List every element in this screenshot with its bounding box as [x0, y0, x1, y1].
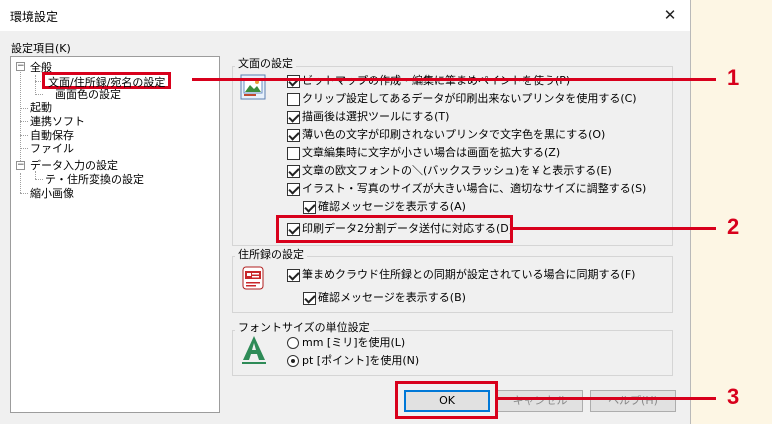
label-confirm-message-a[interactable]: 確認メッセージを表示する(A)	[318, 200, 466, 214]
checkbox-use-paint[interactable]	[287, 75, 300, 88]
radio-pt[interactable]	[287, 355, 299, 367]
callout-1: 1	[727, 65, 740, 90]
label-light-text-black[interactable]: 薄い色の文字が印刷されないプリンタで文字色を黒にする(O)	[302, 128, 605, 142]
address-group-title: 住所録の設定	[235, 246, 307, 262]
address-book-icon	[242, 266, 264, 290]
tree-item-linked-software[interactable]: 連携ソフト	[30, 115, 85, 128]
label-use-paint[interactable]: ビットマップの作成・編集に筆まめペイントを使う(P)	[302, 74, 570, 88]
font-a-icon	[242, 336, 266, 364]
label-backslash-yen[interactable]: 文章の欧文フォントの＼(バックスラッシュ)を￥と表示する(E)	[302, 164, 612, 178]
annotation-line-3	[498, 397, 716, 400]
expander-data-input[interactable]: −	[16, 161, 25, 170]
checkbox-confirm-message-a[interactable]	[303, 201, 316, 214]
tree-item-file[interactable]: ファイル	[30, 142, 74, 155]
checkbox-light-text-black[interactable]	[287, 129, 300, 142]
checkbox-resize-image[interactable]	[287, 183, 300, 196]
annotation-line-1	[192, 78, 716, 81]
tree-item-text-address-label[interactable]: 文面/住所録/宛名の設定	[42, 72, 172, 89]
close-icon[interactable]: ✕	[650, 0, 690, 31]
checkbox-select-tool[interactable]	[287, 111, 300, 124]
tree-item-thumbnail[interactable]: 縮小画像	[30, 187, 74, 200]
label-zoom-small-text[interactable]: 文章編集時に文字が小さい場合は画面を拡大する(Z)	[302, 146, 560, 160]
fontsize-group	[232, 330, 673, 376]
tree-item-address-conversion[interactable]: テ・住所変換の設定	[45, 173, 144, 186]
annotation-box-3	[395, 381, 498, 419]
cancel-button[interactable]: キャンセル	[497, 390, 583, 412]
bunmen-group-title: 文面の設定	[235, 55, 296, 71]
expander-general[interactable]: −	[16, 62, 25, 71]
callout-3: 3	[727, 384, 740, 409]
label-resize-image[interactable]: イラスト・写真のサイズが大きい場合に、適切なサイズに調整する(S)	[302, 182, 646, 196]
tree-item-autosave[interactable]: 自動保存	[30, 129, 74, 142]
label-clip-printer[interactable]: クリップ設定してあるデータが印刷出来ないプリンタを使用する(C)	[302, 92, 637, 106]
title-bar: 環境設定 ✕	[0, 0, 690, 31]
tree-label: 設定項目(K)	[11, 42, 71, 55]
checkbox-backslash-yen[interactable]	[287, 165, 300, 178]
checkbox-confirm-message-b[interactable]	[303, 292, 316, 305]
checkbox-cloud-sync[interactable]	[287, 269, 300, 282]
window-title: 環境設定	[10, 10, 59, 24]
tree-item-data-input[interactable]: データ入力の設定	[30, 159, 118, 172]
checkbox-clip-printer[interactable]	[287, 93, 300, 106]
settings-dialog: 環境設定 ✕ 設定項目(K) − 全般 画面色の設定 起動 連携ソフト 自動保存…	[0, 0, 691, 424]
help-button[interactable]: ヘルプ(H)	[590, 390, 676, 412]
callout-2: 2	[727, 214, 740, 239]
radio-mm[interactable]	[287, 337, 299, 349]
label-select-tool[interactable]: 描画後は選択ツールにする(T)	[302, 110, 449, 124]
label-confirm-message-b[interactable]: 確認メッセージを表示する(B)	[318, 291, 466, 305]
tree-item-startup[interactable]: 起動	[30, 101, 52, 114]
label-mm[interactable]: mm [ミリ]を使用(L)	[302, 336, 405, 350]
label-cloud-sync[interactable]: 筆まめクラウド住所録との同期が設定されている場合に同期する(F)	[302, 268, 635, 282]
annotation-box-2	[276, 215, 513, 243]
label-pt[interactable]: pt [ポイント]を使用(N)	[302, 354, 419, 368]
annotation-line-2	[513, 227, 716, 230]
settings-tree[interactable]: − 全般 画面色の設定 起動 連携ソフト 自動保存 ファイル − データ入力の設…	[10, 56, 220, 413]
checkbox-zoom-small-text[interactable]	[287, 147, 300, 160]
